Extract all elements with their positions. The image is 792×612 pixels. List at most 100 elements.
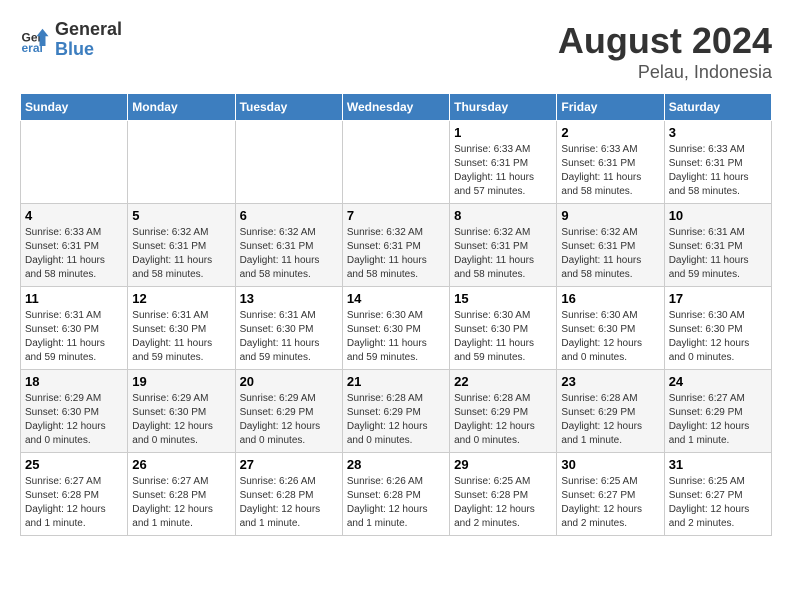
day-number: 16: [561, 291, 659, 306]
calendar-cell: 25 Sunrise: 6:27 AM Sunset: 6:28 PM Dayli…: [21, 453, 128, 536]
day-number: 11: [25, 291, 123, 306]
day-info: Sunrise: 6:33 AM Sunset: 6:31 PM Dayligh…: [561, 143, 659, 199]
logo: Gen eral General Blue: [20, 20, 122, 60]
day-info: Sunrise: 6:31 AM Sunset: 6:31 PM Dayligh…: [669, 226, 767, 282]
day-info: Sunrise: 6:32 AM Sunset: 6:31 PM Dayligh…: [454, 226, 552, 282]
calendar-cell: [342, 121, 449, 204]
day-number: 28: [347, 457, 445, 472]
day-info: Sunrise: 6:25 AM Sunset: 6:27 PM Dayligh…: [669, 475, 767, 531]
logo-line1: General: [55, 20, 122, 40]
day-info: Sunrise: 6:31 AM Sunset: 6:30 PM Dayligh…: [132, 309, 230, 365]
day-number: 31: [669, 457, 767, 472]
day-info: Sunrise: 6:32 AM Sunset: 6:31 PM Dayligh…: [561, 226, 659, 282]
title-section: August 2024 Pelau, Indonesia: [558, 20, 772, 83]
day-info: Sunrise: 6:27 AM Sunset: 6:28 PM Dayligh…: [25, 475, 123, 531]
day-info: Sunrise: 6:33 AM Sunset: 6:31 PM Dayligh…: [25, 226, 123, 282]
calendar-cell: 8 Sunrise: 6:32 AM Sunset: 6:31 PM Daylig…: [450, 204, 557, 287]
weekday-header-thursday: Thursday: [450, 94, 557, 121]
weekday-header-friday: Friday: [557, 94, 664, 121]
calendar-week-3: 11 Sunrise: 6:31 AM Sunset: 6:30 PM Dayli…: [21, 287, 772, 370]
calendar-cell: 11Sunrise: 6:31 AM Sunset: 6:30 PM Dayli…: [21, 287, 128, 370]
day-number: 25: [25, 457, 123, 472]
day-number: 10: [669, 208, 767, 223]
calendar-cell: 14 Sunrise: 6:30 AM Sunset: 6:30 PM Dayli…: [342, 287, 449, 370]
calendar-cell: 3 Sunrise: 6:33 AM Sunset: 6:31 PM Daylig…: [664, 121, 771, 204]
calendar-cell: 24 Sunrise: 6:27 AM Sunset: 6:29 PM Dayli…: [664, 370, 771, 453]
day-number: 21: [347, 374, 445, 389]
calendar-cell: 18 Sunrise: 6:29 AM Sunset: 6:30 PM Dayli…: [21, 370, 128, 453]
calendar-header: SundayMondayTuesdayWednesdayThursdayFrid…: [21, 94, 772, 121]
calendar-cell: [128, 121, 235, 204]
day-number: 2: [561, 125, 659, 140]
day-number: 8: [454, 208, 552, 223]
page-title: August 2024: [558, 20, 772, 62]
day-info: Sunrise: 6:28 AM Sunset: 6:29 PM Dayligh…: [561, 392, 659, 448]
calendar-cell: 26Sunrise: 6:27 AM Sunset: 6:28 PM Dayli…: [128, 453, 235, 536]
day-info: Sunrise: 6:30 AM Sunset: 6:30 PM Dayligh…: [347, 309, 445, 365]
calendar-table: SundayMondayTuesdayWednesdayThursdayFrid…: [20, 93, 772, 536]
day-info: Sunrise: 6:29 AM Sunset: 6:30 PM Dayligh…: [132, 392, 230, 448]
calendar-week-2: 4 Sunrise: 6:33 AM Sunset: 6:31 PM Daylig…: [21, 204, 772, 287]
day-info: Sunrise: 6:26 AM Sunset: 6:28 PM Dayligh…: [347, 475, 445, 531]
day-number: 7: [347, 208, 445, 223]
weekday-header-wednesday: Wednesday: [342, 94, 449, 121]
calendar-cell: 30 Sunrise: 6:25 AM Sunset: 6:27 PM Dayli…: [557, 453, 664, 536]
day-number: 12: [132, 291, 230, 306]
calendar-week-1: 1 Sunrise: 6:33 AM Sunset: 6:31 PM Daylig…: [21, 121, 772, 204]
calendar-cell: 10 Sunrise: 6:31 AM Sunset: 6:31 PM Dayli…: [664, 204, 771, 287]
day-info: Sunrise: 6:32 AM Sunset: 6:31 PM Dayligh…: [347, 226, 445, 282]
weekday-header-tuesday: Tuesday: [235, 94, 342, 121]
calendar-week-4: 18 Sunrise: 6:29 AM Sunset: 6:30 PM Dayli…: [21, 370, 772, 453]
day-number: 22: [454, 374, 552, 389]
day-number: 6: [240, 208, 338, 223]
day-info: Sunrise: 6:27 AM Sunset: 6:29 PM Dayligh…: [669, 392, 767, 448]
calendar-cell: 15Sunrise: 6:30 AM Sunset: 6:30 PM Dayli…: [450, 287, 557, 370]
calendar-cell: [235, 121, 342, 204]
day-number: 23: [561, 374, 659, 389]
day-info: Sunrise: 6:26 AM Sunset: 6:28 PM Dayligh…: [240, 475, 338, 531]
day-info: Sunrise: 6:32 AM Sunset: 6:31 PM Dayligh…: [240, 226, 338, 282]
calendar-cell: 23 Sunrise: 6:28 AM Sunset: 6:29 PM Dayli…: [557, 370, 664, 453]
weekday-header-monday: Monday: [128, 94, 235, 121]
calendar-week-5: 25 Sunrise: 6:27 AM Sunset: 6:28 PM Dayli…: [21, 453, 772, 536]
calendar-cell: 29Sunrise: 6:25 AM Sunset: 6:28 PM Dayli…: [450, 453, 557, 536]
calendar-cell: 16Sunrise: 6:30 AM Sunset: 6:30 PM Dayli…: [557, 287, 664, 370]
calendar-cell: 12 Sunrise: 6:31 AM Sunset: 6:30 PM Dayli…: [128, 287, 235, 370]
calendar-cell: 19 Sunrise: 6:29 AM Sunset: 6:30 PM Dayli…: [128, 370, 235, 453]
day-number: 13: [240, 291, 338, 306]
day-number: 30: [561, 457, 659, 472]
calendar-cell: 21Sunrise: 6:28 AM Sunset: 6:29 PM Dayli…: [342, 370, 449, 453]
day-info: Sunrise: 6:32 AM Sunset: 6:31 PM Dayligh…: [132, 226, 230, 282]
day-info: Sunrise: 6:31 AM Sunset: 6:30 PM Dayligh…: [240, 309, 338, 365]
day-info: Sunrise: 6:30 AM Sunset: 6:30 PM Dayligh…: [454, 309, 552, 365]
day-number: 20: [240, 374, 338, 389]
day-number: 1: [454, 125, 552, 140]
day-number: 24: [669, 374, 767, 389]
day-info: Sunrise: 6:27 AM Sunset: 6:28 PM Dayligh…: [132, 475, 230, 531]
day-number: 27: [240, 457, 338, 472]
day-info: Sunrise: 6:29 AM Sunset: 6:30 PM Dayligh…: [25, 392, 123, 448]
calendar-cell: 20Sunrise: 6:29 AM Sunset: 6:29 PM Dayli…: [235, 370, 342, 453]
calendar-cell: 5 Sunrise: 6:32 AM Sunset: 6:31 PM Daylig…: [128, 204, 235, 287]
logo-line2: Blue: [55, 40, 122, 60]
day-number: 29: [454, 457, 552, 472]
calendar-cell: [21, 121, 128, 204]
calendar-cell: 27 Sunrise: 6:26 AM Sunset: 6:28 PM Dayli…: [235, 453, 342, 536]
day-number: 5: [132, 208, 230, 223]
day-number: 3: [669, 125, 767, 140]
calendar-cell: 17Sunrise: 6:30 AM Sunset: 6:30 PM Dayli…: [664, 287, 771, 370]
day-info: Sunrise: 6:33 AM Sunset: 6:31 PM Dayligh…: [669, 143, 767, 199]
calendar-cell: 13 Sunrise: 6:31 AM Sunset: 6:30 PM Dayli…: [235, 287, 342, 370]
page-subtitle: Pelau, Indonesia: [558, 62, 772, 83]
day-number: 19: [132, 374, 230, 389]
calendar-cell: 4 Sunrise: 6:33 AM Sunset: 6:31 PM Daylig…: [21, 204, 128, 287]
weekday-header-saturday: Saturday: [664, 94, 771, 121]
day-number: 4: [25, 208, 123, 223]
calendar-cell: 9Sunrise: 6:32 AM Sunset: 6:31 PM Daylig…: [557, 204, 664, 287]
logo-icon: Gen eral: [20, 25, 50, 55]
day-number: 14: [347, 291, 445, 306]
day-info: Sunrise: 6:25 AM Sunset: 6:27 PM Dayligh…: [561, 475, 659, 531]
day-info: Sunrise: 6:33 AM Sunset: 6:31 PM Dayligh…: [454, 143, 552, 199]
day-number: 18: [25, 374, 123, 389]
logo-text: General Blue: [55, 20, 122, 60]
